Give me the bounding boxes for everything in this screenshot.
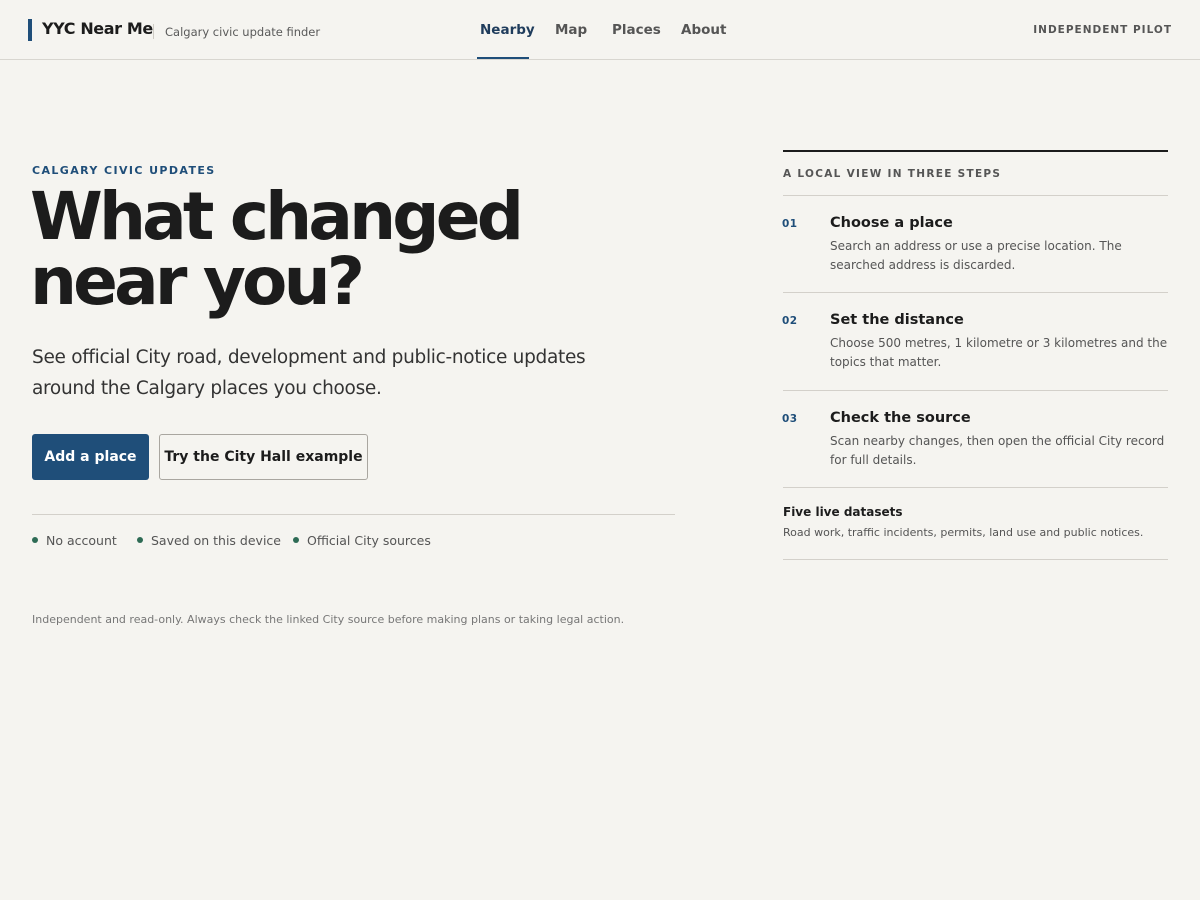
- nav-places[interactable]: Places: [612, 22, 661, 38]
- panel-bottom-rule: [783, 559, 1168, 560]
- bullet-dot-icon: [293, 537, 299, 543]
- step-title: Choose a place: [830, 215, 953, 231]
- step-divider: [783, 487, 1168, 488]
- step-number: 02: [782, 315, 798, 327]
- nav-active-indicator: [477, 57, 529, 59]
- step-number: 03: [782, 413, 798, 425]
- brand-divider: [153, 24, 154, 39]
- headline-line-2: near you?: [30, 243, 365, 320]
- panel-top-rule: [783, 150, 1168, 152]
- hero-headline: What changed near you?: [30, 184, 590, 315]
- nav-nearby[interactable]: Nearby: [480, 22, 535, 38]
- feature-saved-device: Saved on this device: [137, 533, 281, 548]
- disclaimer-text: Independent and read-only. Always check …: [32, 613, 625, 626]
- bullet-dot-icon: [32, 537, 38, 543]
- step-divider: [783, 195, 1168, 196]
- step-description: Search an address or use a precise locat…: [830, 239, 1122, 272]
- step-description: Scan nearby changes, then open the offic…: [830, 434, 1165, 467]
- brand-name[interactable]: YYC Near Me: [42, 19, 153, 38]
- hero-lede: See official City road, development and …: [32, 347, 586, 399]
- feature-official-sources: Official City sources: [293, 533, 431, 548]
- step-number: 01: [782, 218, 798, 230]
- steps-panel-label: A LOCAL VIEW IN THREE STEPS: [783, 168, 1002, 180]
- feature-label: No account: [46, 533, 117, 548]
- brand-accent-bar: [28, 19, 32, 41]
- bullet-dot-icon: [137, 537, 143, 543]
- feature-label: Saved on this device: [151, 533, 281, 548]
- city-hall-example-button[interactable]: Try the City Hall example: [159, 434, 368, 480]
- add-place-button[interactable]: Add a place: [32, 434, 149, 480]
- datasets-title: Five live datasets: [783, 505, 903, 519]
- step-divider: [783, 292, 1168, 293]
- datasets-description: Road work, traffic incidents, permits, l…: [783, 526, 1144, 539]
- brand-tagline: Calgary civic update finder: [165, 25, 321, 39]
- nav-map[interactable]: Map: [555, 22, 587, 38]
- step-divider: [783, 390, 1168, 391]
- step-description: Choose 500 metres, 1 kilometre or 3 kilo…: [830, 336, 1168, 369]
- feature-label: Official City sources: [307, 533, 431, 548]
- feature-no-account: No account: [32, 533, 117, 548]
- nav-about[interactable]: About: [681, 22, 726, 38]
- step-title: Check the source: [830, 410, 971, 426]
- hero-divider: [32, 514, 675, 515]
- pilot-badge: INDEPENDENT PILOT: [1033, 24, 1172, 36]
- step-title: Set the distance: [830, 312, 964, 328]
- site-header: YYC Near Me Calgary civic update finder …: [0, 0, 1200, 60]
- hero-eyebrow: CALGARY CIVIC UPDATES: [32, 164, 216, 177]
